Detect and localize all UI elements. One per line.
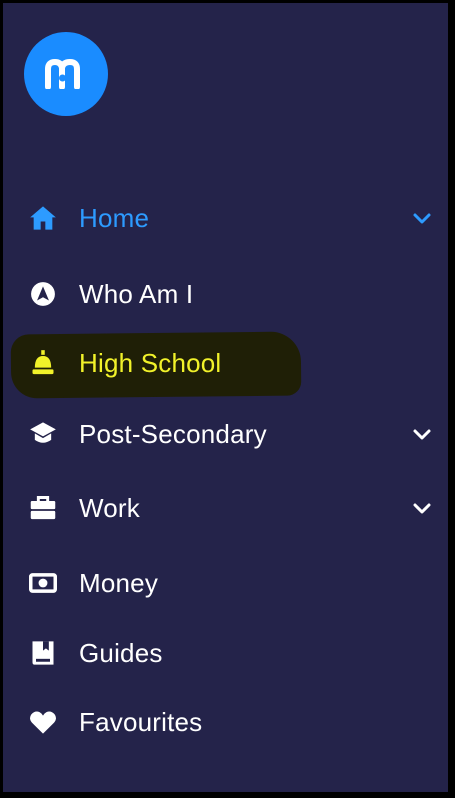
sidebar-item-post-secondary[interactable]: Post-Secondary [3, 408, 448, 460]
mm-logo-icon [45, 59, 80, 89]
app-frame: Home Who Am I High School Post-Secondary [0, 0, 455, 798]
compass-icon [29, 280, 57, 308]
sidebar-item-who-am-i[interactable]: Who Am I [3, 268, 448, 320]
sidebar-item-label: Favourites [79, 706, 203, 737]
sidebar-item-label: Guides [79, 637, 163, 668]
chevron-down-icon[interactable] [410, 206, 434, 230]
briefcase-icon [29, 494, 57, 522]
chevron-down-icon[interactable] [410, 422, 434, 446]
sidebar-item-favourites[interactable]: Favourites [3, 696, 448, 748]
heart-icon [29, 708, 57, 736]
money-icon [29, 569, 57, 597]
bell-icon [29, 349, 57, 377]
sidebar-item-label: Post-Secondary [79, 418, 267, 449]
sidebar-item-label: High School [79, 347, 222, 378]
sidebar-item-label: Work [79, 492, 140, 523]
chevron-down-icon[interactable] [410, 496, 434, 520]
book-icon [29, 639, 57, 667]
sidebar-item-high-school[interactable]: High School [3, 337, 448, 389]
sidebar-item-label: Money [79, 567, 159, 598]
sidebar-item-money[interactable]: Money [3, 557, 448, 609]
sidebar-item-guides[interactable]: Guides [3, 627, 448, 679]
sidebar-item-label: Home [79, 202, 150, 233]
sidebar: Home Who Am I High School Post-Secondary [3, 3, 448, 792]
sidebar-item-home[interactable]: Home [3, 192, 448, 244]
graduation-cap-icon [29, 420, 57, 448]
sidebar-item-label: Who Am I [79, 278, 194, 309]
home-icon [29, 204, 57, 232]
app-logo[interactable] [24, 32, 108, 116]
sidebar-item-work[interactable]: Work [3, 482, 448, 534]
